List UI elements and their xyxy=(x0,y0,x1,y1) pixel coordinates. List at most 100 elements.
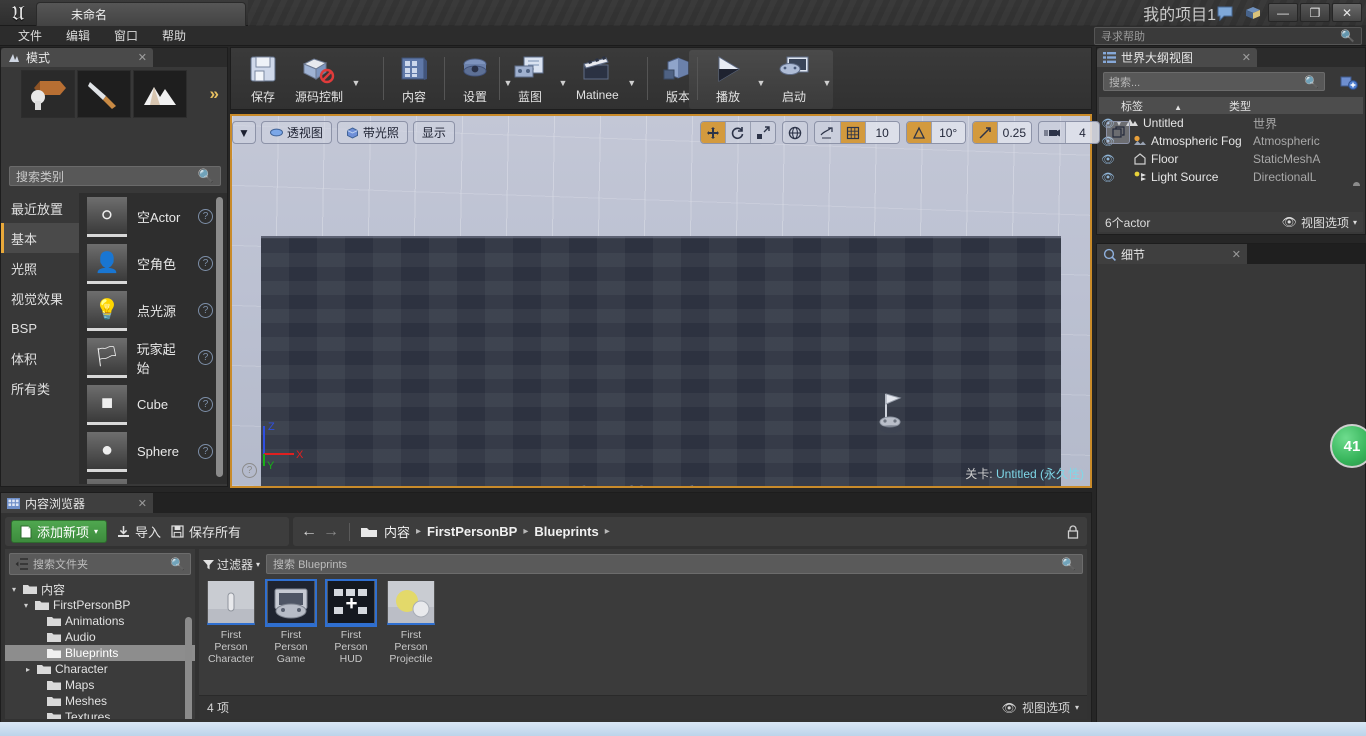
world-outliner-tab[interactable]: 世界大纲视图 ✕ xyxy=(1097,48,1257,67)
menu-help[interactable]: 帮助 xyxy=(152,26,196,45)
save-all-button[interactable]: 保存所有 xyxy=(171,522,241,541)
scale-tool-icon[interactable] xyxy=(749,122,775,143)
help-icon[interactable]: ? xyxy=(198,209,213,224)
tree-node-content[interactable]: ▾ 内容 xyxy=(5,581,195,597)
settings-button[interactable]: 设置 xyxy=(449,51,501,108)
tree-node-firstpersonbp[interactable]: ▾ FirstPersonBP xyxy=(5,597,195,613)
document-tab[interactable]: 未命名 xyxy=(36,2,246,26)
expander-icon[interactable]: ▾ xyxy=(9,585,19,594)
breadcrumb-blueprints[interactable]: Blueprints xyxy=(534,524,598,539)
viewport-view-mode-button[interactable]: 透视图 xyxy=(260,121,332,144)
expander-icon[interactable]: ▾ xyxy=(21,601,31,610)
surface-snap-icon[interactable] xyxy=(815,122,840,143)
feedback-icon[interactable] xyxy=(1216,4,1234,22)
mode-search-input[interactable]: 搜索类别 🔍 xyxy=(9,166,221,186)
save-button[interactable]: 保存 xyxy=(237,51,289,108)
matinee-dropdown-arrow[interactable]: ▼ xyxy=(625,51,639,108)
breadcrumb-firstpersonbp[interactable]: FirstPersonBP xyxy=(427,524,517,539)
add-new-button[interactable]: 添加新项 ▾ xyxy=(11,520,108,543)
viewport-show-menu-button[interactable]: 显示 xyxy=(412,121,455,144)
launch-dropdown-arrow[interactable]: ▼ xyxy=(820,51,834,108)
landscape-mode-icon[interactable] xyxy=(133,70,187,118)
help-icon[interactable]: ? xyxy=(198,444,213,459)
status-badge[interactable]: 41 xyxy=(1330,424,1366,468)
help-icon[interactable]: ? xyxy=(198,256,213,271)
help-icon[interactable]: ? xyxy=(198,303,213,318)
menu-file[interactable]: 文件 xyxy=(8,26,52,45)
table-row[interactable]: 👁 Floor StaticMeshA xyxy=(1099,150,1363,168)
close-icon[interactable]: ✕ xyxy=(138,497,147,510)
place-list-scrollbar[interactable] xyxy=(216,197,223,477)
list-item[interactable]: 👤 空角色 ? xyxy=(79,240,227,287)
category-basic[interactable]: 基本 xyxy=(1,223,79,253)
category-lights[interactable]: 光照 xyxy=(1,253,79,283)
help-icon[interactable]: ? xyxy=(198,350,213,365)
source-control-dropdown-arrow[interactable]: ▼ xyxy=(349,51,363,108)
list-item[interactable]: 🏳 玩家起始 ? xyxy=(79,334,227,381)
folder-tree-scrollbar[interactable] xyxy=(185,617,192,719)
close-icon[interactable]: ✕ xyxy=(1232,248,1241,261)
help-search-input[interactable]: 寻求帮助 🔍 xyxy=(1094,27,1362,45)
close-icon[interactable]: ✕ xyxy=(1242,51,1251,64)
place-mode-icon[interactable] xyxy=(21,70,75,118)
column-header-label[interactable]: 标签 ▲ xyxy=(1099,98,1229,114)
tree-node-audio[interactable]: Audio xyxy=(5,629,195,645)
breadcrumb-content[interactable]: 内容 xyxy=(384,522,410,541)
outliner-scrollbar[interactable] xyxy=(1353,182,1360,186)
play-dropdown-arrow[interactable]: ▼ xyxy=(754,51,768,108)
eye-icon[interactable]: 👁 xyxy=(1099,153,1117,166)
folder-search-input[interactable]: 搜索文件夹 🔍 xyxy=(9,553,191,575)
marketplace-icon[interactable] xyxy=(1244,4,1262,22)
table-row[interactable]: 👁 ▾ Untitled 世界 xyxy=(1099,114,1363,132)
category-volumes[interactable]: 体积 xyxy=(1,343,79,373)
launch-button[interactable]: 启动 xyxy=(768,51,820,108)
minimize-button[interactable]: — xyxy=(1268,3,1298,22)
scale-snap-value[interactable]: 0.25 xyxy=(996,122,1031,143)
modes-tab[interactable]: 模式 ✕ xyxy=(1,48,153,67)
tree-node-blueprints[interactable]: Blueprints xyxy=(5,645,195,661)
scale-snap-icon[interactable] xyxy=(972,122,997,143)
category-visual-effects[interactable]: 视觉效果 xyxy=(1,283,79,313)
asset-item-firstpersoncharacter[interactable]: First Person Character xyxy=(205,580,257,693)
close-icon[interactable]: ✕ xyxy=(138,51,147,64)
expander-icon[interactable]: ▸ xyxy=(23,665,33,674)
rotate-tool-icon[interactable] xyxy=(724,122,750,143)
content-view-options-button[interactable]: 👁 视图选项 ▾ xyxy=(1002,699,1079,716)
column-header-type[interactable]: 类型 xyxy=(1229,98,1363,114)
tree-node-maps[interactable]: Maps xyxy=(5,677,195,693)
blueprint-button[interactable]: 蓝图 xyxy=(504,51,556,108)
details-tab[interactable]: 细节 ✕ xyxy=(1097,244,1247,264)
tree-node-meshes[interactable]: Meshes xyxy=(5,693,195,709)
tree-node-character[interactable]: ▸ Character xyxy=(5,661,195,677)
viewport-options-menu[interactable]: ▼ xyxy=(232,121,256,144)
table-row[interactable]: 👁 Atmospheric Fog Atmospheric xyxy=(1099,132,1363,150)
paint-mode-icon[interactable] xyxy=(77,70,131,118)
category-recently-placed[interactable]: 最近放置 xyxy=(1,193,79,223)
help-icon[interactable]: ? xyxy=(198,397,213,412)
globe-icon[interactable] xyxy=(783,122,807,143)
maximize-viewport-icon[interactable] xyxy=(1106,121,1130,144)
forward-arrow-icon[interactable]: → xyxy=(323,523,339,541)
asset-item-firstpersonprojectile[interactable]: First Person Projectile xyxy=(385,580,437,693)
level-viewport[interactable]: http://blog.csdn.net/ Z X Y ? 关卡: Untitl… xyxy=(230,114,1092,488)
player-start-actor[interactable] xyxy=(872,388,914,440)
asset-search-input[interactable]: 搜索 Blueprints 🔍 xyxy=(266,554,1083,574)
asset-item-firstpersongame[interactable]: First Person Game xyxy=(265,579,317,693)
content-button[interactable]: 内容 xyxy=(388,51,440,108)
import-button[interactable]: 导入 xyxy=(117,522,161,541)
camera-speed-value[interactable]: 4 xyxy=(1065,122,1099,143)
category-bsp[interactable]: BSP xyxy=(1,313,79,343)
list-item[interactable]: ⚪ 空Actor ? xyxy=(79,193,227,240)
asset-item-firstpersonhud[interactable]: First Person HUD xyxy=(325,579,377,693)
source-control-button[interactable]: 源码控制 xyxy=(289,51,349,108)
tree-node-animations[interactable]: Animations xyxy=(5,613,195,629)
table-row[interactable]: 👁 Light Source DirectionalL xyxy=(1099,168,1363,186)
angle-snap-icon[interactable] xyxy=(906,122,931,143)
tree-node-textures[interactable]: Textures xyxy=(5,709,195,719)
menu-window[interactable]: 窗口 xyxy=(104,26,148,45)
lock-icon[interactable] xyxy=(1067,524,1079,539)
move-tool-icon[interactable] xyxy=(700,122,725,143)
add-actor-icon[interactable] xyxy=(1339,72,1359,91)
content-browser-tab[interactable]: 内容浏览器 ✕ xyxy=(1,493,153,513)
grid-snap-icon[interactable] xyxy=(839,122,865,143)
